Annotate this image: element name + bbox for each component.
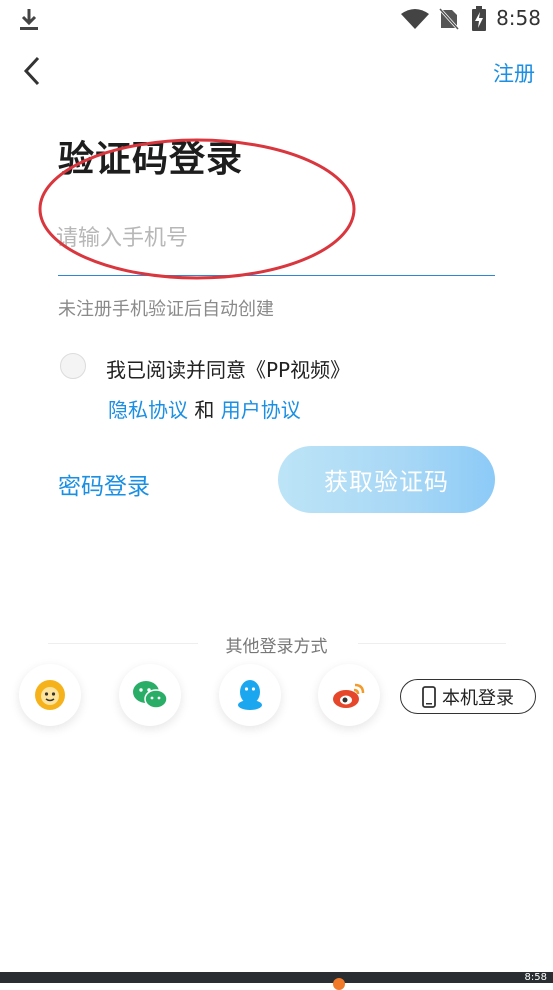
password-login-link[interactable]: 密码登录: [58, 467, 150, 501]
download-icon: [18, 7, 40, 31]
no-signal-icon: [438, 7, 460, 31]
qq-login-button[interactable]: [219, 664, 281, 726]
suning-login-button[interactable]: [19, 664, 81, 726]
annotation-ellipse: [38, 138, 356, 280]
wifi-icon: [400, 8, 430, 30]
battery-charging-icon: [471, 6, 487, 32]
weibo-icon: [333, 683, 365, 708]
register-hint: 未注册手机验证后自动创建: [58, 299, 274, 320]
qq-icon: [238, 680, 262, 710]
local-login-label: 本机登录: [442, 687, 514, 709]
register-link[interactable]: 注册: [493, 58, 535, 88]
status-time: 8:58: [496, 6, 541, 30]
phone-icon: [422, 685, 436, 708]
and-text: 和: [194, 398, 215, 422]
bottom-bar: [0, 972, 553, 983]
back-icon[interactable]: [18, 54, 48, 88]
get-code-button[interactable]: 获取验证码: [278, 446, 495, 513]
agreement-text: 我已阅读并同意《PP视频》: [106, 358, 351, 382]
agreement-checkbox[interactable]: [60, 353, 86, 379]
local-login-button[interactable]: 本机登录: [400, 679, 536, 714]
weibo-login-button[interactable]: [318, 664, 380, 726]
other-login-label: 其他登录方式: [225, 637, 328, 657]
wechat-icon: [133, 681, 168, 709]
privacy-policy-link[interactable]: 隐私协议: [108, 398, 188, 422]
user-agreement-link[interactable]: 用户协议: [221, 398, 301, 422]
wechat-login-button[interactable]: [119, 664, 181, 726]
bottom-time: 8:58: [524, 972, 547, 983]
app-dot-icon: [333, 978, 345, 990]
agreement-links: 隐私协议 和 用户协议: [108, 394, 301, 423]
suning-lion-icon: [35, 680, 65, 710]
